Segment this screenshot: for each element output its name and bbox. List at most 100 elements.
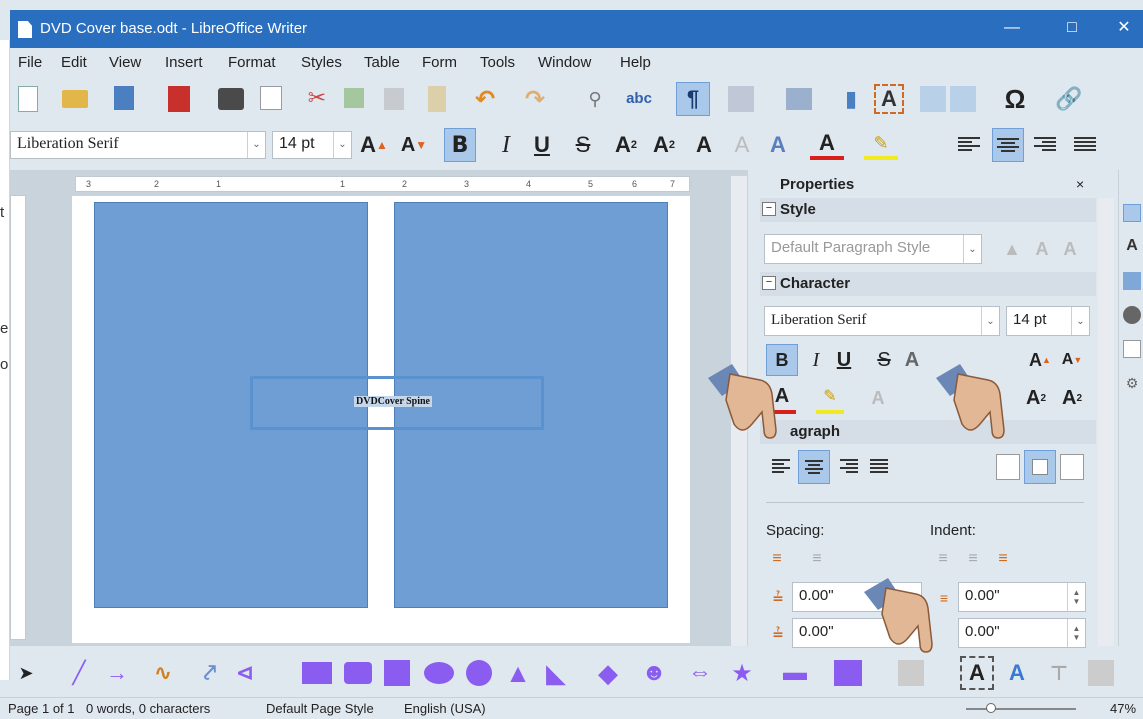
navigator-deck-icon[interactable]	[1123, 306, 1141, 324]
paragraph-section-header[interactable]: agraph	[760, 420, 1096, 444]
sidebar-font-name-box[interactable]: Liberation Serif ⌄	[764, 306, 1000, 336]
menu-insert[interactable]: Insert	[165, 54, 203, 71]
decrease-font-icon[interactable]: A ▼	[400, 130, 428, 160]
page-count[interactable]: Page 1 of 1	[8, 701, 75, 716]
maximize-button[interactable]: □	[1062, 18, 1082, 38]
new-document-icon[interactable]	[18, 86, 38, 112]
right-triangle-icon[interactable]: ◣	[542, 658, 570, 688]
justify-icon[interactable]	[1072, 130, 1098, 158]
double-arrow-icon[interactable]: ⇔	[686, 659, 714, 686]
collapse-icon[interactable]: −	[762, 276, 776, 290]
chevron-down-icon[interactable]: ⌄	[333, 132, 351, 158]
italic-button[interactable]: I	[494, 130, 518, 160]
menu-edit[interactable]: Edit	[61, 54, 87, 71]
line-icon[interactable]: ╱	[66, 660, 92, 686]
chevron-down-icon[interactable]: ⌄	[963, 235, 981, 263]
new-style-icon[interactable]: A	[1030, 236, 1054, 262]
paste-icon[interactable]	[384, 88, 404, 110]
paragraph-style-box[interactable]: Default Paragraph Style ⌄	[764, 234, 982, 264]
font-name-box[interactable]: Liberation Serif ⌄	[10, 131, 266, 159]
star-icon[interactable]: ★	[728, 660, 756, 687]
page-style[interactable]: Default Page Style	[266, 701, 374, 716]
polygon-icon[interactable]: ⊲	[232, 660, 258, 686]
zoom-slider-handle[interactable]	[986, 703, 996, 713]
save-icon[interactable]	[114, 86, 134, 110]
sidebar-align-center-icon[interactable]	[798, 450, 830, 484]
menu-help[interactable]: Help	[620, 54, 651, 71]
sidebar-strikethrough-icon[interactable]: S	[872, 344, 896, 376]
menu-table[interactable]: Table	[364, 54, 400, 71]
sidebar-underline-button[interactable]: U	[832, 344, 856, 376]
menu-format[interactable]: Format	[228, 54, 276, 71]
indent-before-field[interactable]: 0.00" ▲ ▼	[958, 582, 1086, 612]
export-pdf-icon[interactable]	[168, 86, 190, 112]
insert-textbox-icon[interactable]: A	[874, 84, 904, 114]
highlight-color-icon[interactable]: ✎	[864, 130, 898, 160]
insert-table-icon[interactable]	[728, 86, 754, 112]
diamond-icon[interactable]: ◆	[594, 658, 622, 688]
print-icon[interactable]	[218, 88, 244, 110]
increase-spacing-icon[interactable]: ≡	[766, 548, 788, 570]
print-preview-icon[interactable]	[260, 86, 282, 110]
strikethrough-icon[interactable]: S	[570, 130, 596, 160]
menu-window[interactable]: Window	[538, 54, 591, 71]
vertical-ruler[interactable]	[10, 195, 26, 640]
sidebar-close-icon[interactable]: ×	[1076, 176, 1084, 192]
decrease-indent-icon[interactable]: ≡	[962, 548, 984, 570]
special-character-icon[interactable]: Ω	[1000, 82, 1030, 116]
minimize-button[interactable]: —	[1002, 18, 1022, 38]
chevron-down-icon[interactable]: ⌄	[981, 307, 999, 335]
close-button[interactable]: ✕	[1114, 18, 1134, 38]
circle-icon[interactable]	[466, 660, 492, 686]
triangle-icon[interactable]: ▲	[504, 658, 532, 688]
sidebar-subscript-icon[interactable]: A2	[1056, 382, 1088, 414]
select-arrow-icon[interactable]: ➤	[16, 662, 36, 684]
spine-text[interactable]: DVDCover Spine	[354, 396, 432, 407]
indent-after-field[interactable]: 0.00" ▲ ▼	[958, 618, 1086, 648]
increase-font-icon[interactable]: A ▲	[360, 130, 388, 160]
redo-icon[interactable]: ↷	[522, 86, 548, 113]
style-section-header[interactable]: − Style	[760, 198, 1096, 222]
cut-icon[interactable]: ✂	[306, 85, 328, 110]
align-center-icon[interactable]	[992, 128, 1024, 162]
insert-chart-icon[interactable]: ▮	[838, 86, 864, 112]
ellipse-icon[interactable]	[424, 662, 454, 684]
formatting-marks-icon[interactable]: ¶	[676, 82, 710, 116]
sidebar-highlight-icon[interactable]: ✎	[816, 382, 844, 414]
chevron-down-icon[interactable]: ⌄	[1071, 307, 1089, 335]
sidebar-superscript-icon[interactable]: A2	[1020, 382, 1052, 414]
gallery-deck-icon[interactable]	[1123, 272, 1141, 290]
callout-icon[interactable]: ▬	[780, 659, 810, 686]
increase-indent-icon[interactable]: ≡	[932, 548, 954, 570]
rounded-rectangle-icon[interactable]	[344, 662, 372, 684]
sidebar-char-highlight-icon[interactable]: A	[864, 382, 892, 414]
character-highlight-icon[interactable]: A	[762, 130, 794, 160]
fontwork-gallery-icon[interactable]	[898, 660, 924, 686]
spelling-icon[interactable]: abc	[622, 84, 656, 112]
smiley-icon[interactable]: ☻	[640, 659, 668, 686]
toggle-extrusion-icon[interactable]: ⊤	[1046, 660, 1072, 686]
zoom-level[interactable]: 47%	[1110, 701, 1136, 716]
fontwork-icon[interactable]: A	[1002, 658, 1032, 688]
edit-style-icon[interactable]: A	[1058, 236, 1082, 262]
sidebar-scrollbar[interactable]	[1098, 198, 1114, 646]
styles-deck-icon[interactable]: A	[1123, 236, 1141, 256]
font-color-icon[interactable]: A	[810, 130, 844, 160]
decrease-spacing-icon[interactable]: ≡	[806, 548, 828, 570]
insert-field-icon[interactable]	[950, 86, 976, 112]
insert-image-icon[interactable]	[786, 88, 812, 110]
page-deck-icon[interactable]	[1123, 340, 1141, 358]
hanging-indent-icon[interactable]: ≡	[992, 548, 1014, 570]
character-section-header[interactable]: − Character	[760, 272, 1096, 296]
curve-icon[interactable]: ∿	[148, 660, 178, 686]
menu-file[interactable]: File	[18, 54, 42, 71]
properties-deck-icon[interactable]	[1123, 204, 1141, 222]
collapse-icon[interactable]: −	[762, 202, 776, 216]
align-bottom-icon[interactable]	[1060, 454, 1084, 480]
align-middle-icon[interactable]	[1024, 450, 1056, 484]
clone-formatting-icon[interactable]	[428, 86, 446, 112]
insert-text-box-icon[interactable]: A	[960, 656, 994, 690]
sidebar-decrease-font-icon[interactable]: A ▼	[1058, 344, 1086, 376]
superscript-icon[interactable]: A2	[610, 130, 642, 160]
menu-styles[interactable]: Styles	[301, 54, 342, 71]
